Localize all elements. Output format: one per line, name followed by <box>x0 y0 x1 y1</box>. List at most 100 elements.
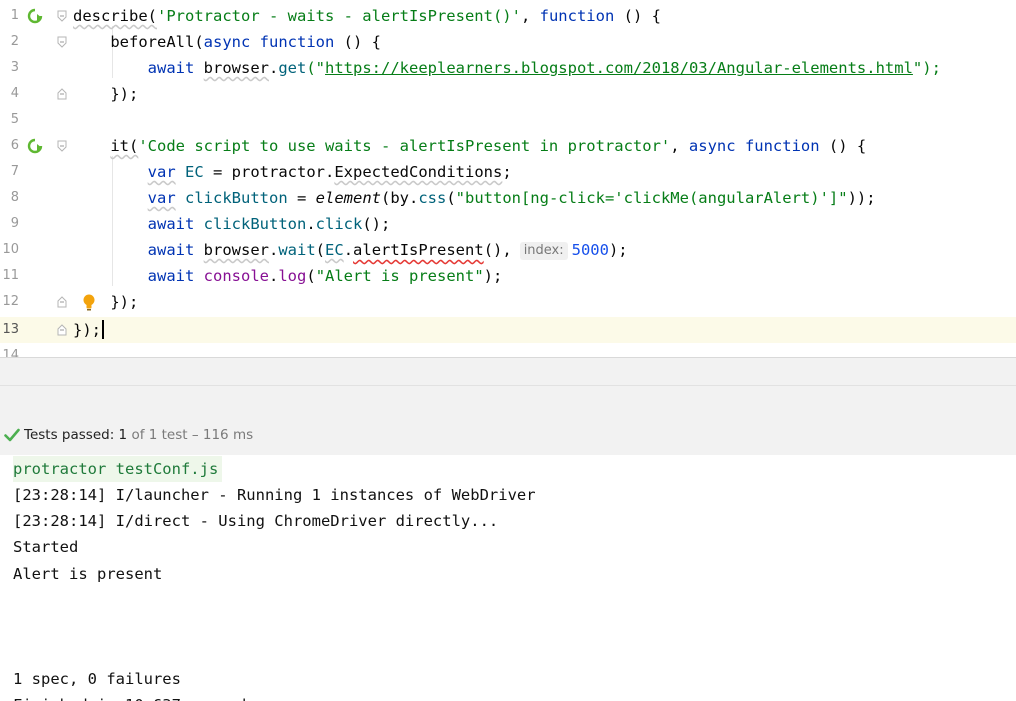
line-number: 9 <box>10 216 19 231</box>
code-token: EC <box>325 241 344 259</box>
line-number: 6 <box>10 138 19 153</box>
code-token: )); <box>847 189 876 207</box>
code-token: describe( <box>73 7 157 25</box>
code-line-6[interactable]: 6 it('Code script to use waits - alertIs… <box>0 133 1016 159</box>
status-detail: of 1 test – 116 ms <box>131 427 254 443</box>
code-token: (); <box>362 215 391 233</box>
code-line-12[interactable]: 12 }); <box>0 289 1016 315</box>
code-token: ); <box>483 267 503 285</box>
code-token: 5000 <box>571 241 609 259</box>
code-line-4[interactable]: 4 }); <box>0 81 1016 107</box>
code-line-7[interactable]: 7 var EC = protractor.ExpectedConditions… <box>0 159 1016 185</box>
url-link[interactable]: https://keeplearners.blogspot.com/2018/0… <box>325 59 913 77</box>
code-line-9[interactable]: 9 await clickButton.click(); <box>0 211 1016 237</box>
line-number: 1 <box>10 8 19 23</box>
code-token: "button[ng-click='clickMe(angularAlert)'… <box>455 189 848 207</box>
code-editor[interactable]: 1 describe('Protractor - waits - alertIs… <box>0 0 1016 357</box>
console-line: [23:28:14] I/launcher - Running 1 instan… <box>13 486 536 504</box>
line-number: 11 <box>2 268 19 283</box>
code-token: . <box>325 163 335 181</box>
code-token: await <box>147 215 195 233</box>
code-token: function <box>259 33 335 51</box>
line-number: 13 <box>2 322 19 337</box>
console-line: Alert is present <box>13 565 163 583</box>
line-number: 7 <box>10 164 19 179</box>
code-token: var <box>147 189 176 207</box>
fold-marker-icon[interactable] <box>57 296 67 308</box>
fold-marker-icon[interactable] <box>57 324 67 336</box>
code-token: console <box>203 267 269 285</box>
code-token: () { <box>614 7 661 25</box>
console-line: [23:28:14] I/direct - Using ChromeDriver… <box>13 512 499 530</box>
code-token: 'Protractor - waits - alertIsPresent()' <box>157 7 521 25</box>
status-count: 1 <box>118 427 128 443</box>
code-text: var EC = protractor.ExpectedConditions; <box>73 159 512 185</box>
code-token: ( <box>446 189 456 207</box>
code-line-14[interactable]: 14 <box>0 343 1016 357</box>
code-token: clickButton <box>185 189 288 207</box>
line-number: 12 <box>2 294 19 309</box>
code-token: get <box>278 59 307 77</box>
text-caret <box>102 320 104 339</box>
code-line-1[interactable]: 1 describe('Protractor - waits - alertIs… <box>0 3 1016 29</box>
code-line-10[interactable]: 10 await browser.wait(EC.alertIsPresent(… <box>0 237 1016 263</box>
fold-marker-icon[interactable] <box>57 140 67 152</box>
run-toolbar: Tests passed: 1 of 1 test – 116 ms <box>0 385 1016 456</box>
code-token: . <box>269 267 279 285</box>
code-text: }); <box>73 81 138 107</box>
run-console[interactable]: protractor testConf.js [23:28:14] I/laun… <box>0 455 1016 701</box>
code-token: alertIsPresent <box>353 241 484 259</box>
code-text: it('Code script to use waits - alertIsPr… <box>73 133 866 159</box>
check-icon <box>4 428 20 442</box>
code-text: describe('Protractor - waits - alertIsPr… <box>73 3 661 29</box>
code-token: it( <box>110 137 139 155</box>
code-token: () { <box>334 33 381 51</box>
code-text: await browser.wait(EC.alertIsPresent(), i… <box>73 237 628 263</box>
code-token: await <box>147 267 195 285</box>
code-token: ( <box>315 241 326 259</box>
line-number: 4 <box>10 86 19 101</box>
code-token: "); <box>912 59 941 77</box>
code-token: beforeAll( <box>110 33 204 51</box>
code-token: function <box>539 7 615 25</box>
code-token: browser <box>203 241 269 259</box>
fold-marker-icon[interactable] <box>57 36 67 48</box>
test-status: Tests passed: 1 of 1 test – 116 ms <box>4 427 253 443</box>
code-token: css <box>418 189 447 207</box>
fold-marker-icon[interactable] <box>57 88 67 100</box>
code-token: = <box>203 163 232 181</box>
console-line: Started <box>13 538 79 556</box>
code-token: () { <box>819 137 867 155</box>
line-number: 10 <box>2 242 19 257</box>
run-test-icon[interactable] <box>27 138 43 154</box>
code-token: wait <box>278 241 316 259</box>
code-line-8[interactable]: 8 var clickButton = element(by.css("butt… <box>0 185 1016 211</box>
panel-splitter[interactable] <box>0 357 1016 386</box>
code-token: ; <box>502 163 512 181</box>
code-text: await clickButton.click(); <box>73 211 391 237</box>
code-line-13[interactable]: 13 }); <box>0 317 1016 343</box>
code-line-2[interactable]: 2 beforeAll(async function () { <box>0 29 1016 55</box>
code-token: var <box>147 163 176 181</box>
line-number: 8 <box>10 190 19 205</box>
code-line-3[interactable]: 3 await browser.get("https://keeplearner… <box>0 55 1016 81</box>
code-token: ExpectedConditions <box>334 163 503 181</box>
fold-marker-icon[interactable] <box>57 10 67 22</box>
code-token: "Alert is present" <box>315 267 484 285</box>
code-token: 'Code script to use waits - alertIsPrese… <box>138 137 671 155</box>
code-token: (), <box>483 241 512 259</box>
code-token: async <box>203 33 251 51</box>
code-line-11[interactable]: 11 await console.log("Alert is present")… <box>0 263 1016 289</box>
code-token: }); <box>73 321 101 339</box>
code-token: (by. <box>380 189 419 207</box>
code-token: ); <box>608 241 628 259</box>
code-line-5[interactable]: 5 <box>0 107 1016 133</box>
code-token: , <box>670 137 689 155</box>
run-test-icon[interactable] <box>27 8 43 24</box>
console-line: 1 spec, 0 failures <box>13 670 181 688</box>
code-token: clickButton <box>203 215 307 233</box>
code-text: }); <box>73 317 104 343</box>
parameter-hint: index: <box>519 242 568 260</box>
